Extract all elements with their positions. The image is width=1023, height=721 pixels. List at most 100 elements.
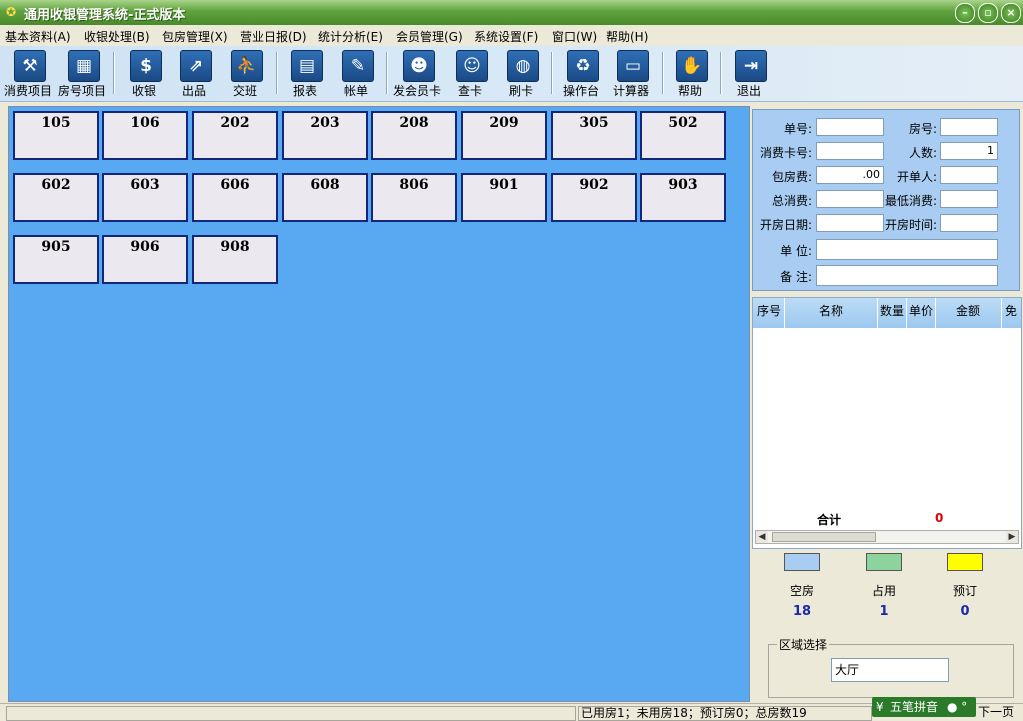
scroll-right-icon[interactable]: ▶ [1006, 531, 1018, 543]
open-time-field[interactable] [940, 214, 998, 232]
col-amount[interactable]: 金额 [936, 302, 1000, 319]
members-icon: ☻ [403, 50, 435, 82]
detail-panel: 单号: 房号: 消费卡号: 人数: 1 包房费: .00 开单人: 总消费: 最… [752, 106, 1022, 700]
room-tile[interactable]: 202 [192, 111, 278, 160]
room-tile[interactable]: 305 [551, 111, 637, 160]
scroll-left-icon[interactable]: ◀ [756, 531, 768, 543]
card-no-field[interactable] [816, 142, 884, 160]
menu-cashier[interactable]: 收银处理(B) [84, 28, 150, 45]
operation-console-button[interactable]: ♻ 操作台 [556, 48, 606, 98]
consumption-items-button[interactable]: ⚒ 消费项目 [3, 48, 53, 98]
room-tile[interactable]: 606 [192, 173, 278, 222]
room-tile[interactable]: 905 [13, 235, 99, 284]
horizontal-scrollbar[interactable]: ◀ ▶ [755, 530, 1019, 544]
menu-help[interactable]: 帮助(H) [606, 28, 648, 45]
col-price[interactable]: 单价 [907, 302, 935, 319]
window-title: 通用收银管理系统-正式版本 [24, 8, 186, 23]
room-tile[interactable]: 208 [371, 111, 457, 160]
status-panel-left [6, 706, 576, 721]
exit-button[interactable]: ⇥ 退出 [724, 48, 774, 98]
occupied-label: 占用 [866, 582, 902, 599]
order-no-label: 单号: [783, 122, 812, 136]
exit-icon: ⇥ [735, 50, 767, 82]
table-header: 序号 名称 数量 单价 金额 免 [753, 298, 1021, 328]
user-card-icon: ☺ [456, 50, 488, 82]
close-button[interactable]: × [1001, 3, 1021, 23]
ime-indicator[interactable]: ¥ 五笔拼音 ● ° [872, 697, 976, 717]
opener-label: 开单人: [896, 170, 937, 184]
reserved-swatch [947, 553, 983, 571]
checkout-button[interactable]: $ 收银 [119, 48, 169, 98]
room-tile[interactable]: 502 [640, 111, 726, 160]
col-seq[interactable]: 序号 [755, 302, 783, 319]
next-page-button[interactable]: 下一页 [976, 706, 1021, 721]
minimize-button[interactable]: – [955, 3, 975, 23]
col-qty[interactable]: 数量 [878, 302, 906, 319]
unit-label: 单 位: [780, 244, 812, 258]
total-label: 合计 [817, 513, 842, 527]
room-tile[interactable]: 105 [13, 111, 99, 160]
remark-field[interactable] [816, 265, 998, 286]
report-icon: ▤ [291, 50, 323, 82]
help-button[interactable]: ✋ 帮助 [665, 48, 715, 98]
room-tile[interactable]: 603 [102, 173, 188, 222]
order-no-field[interactable] [816, 118, 884, 136]
reserved-label: 预订 [947, 582, 983, 599]
open-date-label: 开房日期: [759, 218, 812, 232]
room-tile[interactable]: 902 [551, 173, 637, 222]
zone-select[interactable]: 大厅 [831, 658, 949, 682]
issue-member-card-button[interactable]: ☻ 发会员卡 [392, 48, 442, 98]
col-free[interactable]: 免 [1003, 302, 1019, 319]
menu-settings[interactable]: 系统设置(F) [474, 28, 538, 45]
menu-room-management[interactable]: 包房管理(X) [162, 28, 228, 45]
remark-label: 备 注: [780, 270, 812, 284]
total-spend-field[interactable] [816, 190, 884, 208]
room-tile[interactable]: 203 [282, 111, 368, 160]
menu-statistics[interactable]: 统计分析(E) [318, 28, 383, 45]
open-date-field[interactable] [816, 214, 884, 232]
room-tile[interactable]: 901 [461, 173, 547, 222]
col-name[interactable]: 名称 [785, 302, 877, 319]
room-tile[interactable]: 903 [640, 173, 726, 222]
dispatch-button[interactable]: ⇗ 出品 [169, 48, 219, 98]
room-tile[interactable]: 106 [102, 111, 188, 160]
room-tile[interactable]: 906 [102, 235, 188, 284]
calculator-button[interactable]: ▭ 计算器 [606, 48, 656, 98]
shift-handover-button[interactable]: ⛹ 交班 [220, 48, 270, 98]
bills-button[interactable]: ✎ 帐单 [331, 48, 381, 98]
room-items-button[interactable]: ▦ 房号项目 [57, 48, 107, 98]
check-card-button[interactable]: ☺ 查卡 [445, 48, 495, 98]
unit-field[interactable] [816, 239, 998, 260]
room-tile[interactable]: 908 [192, 235, 278, 284]
room-tile[interactable]: 602 [13, 173, 99, 222]
menu-bar: 基本资料(A) 收银处理(B) 包房管理(X) 营业日报(D) 统计分析(E) … [0, 25, 1023, 45]
scroll-thumb[interactable] [772, 532, 876, 542]
room-fee-label: 包房费: [771, 170, 812, 184]
room-tile[interactable]: 209 [461, 111, 547, 160]
room-no-field[interactable] [940, 118, 998, 136]
vacant-label: 空房 [784, 582, 820, 599]
menu-daily-report[interactable]: 营业日报(D) [240, 28, 307, 45]
guests-label: 人数: [908, 146, 937, 160]
status-summary: 已用房1；未用房18；预订房0；总房数19 [578, 706, 872, 721]
total-value: 0 [935, 511, 944, 525]
occupied-swatch [866, 553, 902, 571]
room-detail-form: 单号: 房号: 消费卡号: 人数: 1 包房费: .00 开单人: 总消费: 最… [752, 109, 1020, 291]
restore-button[interactable]: ▫ [978, 3, 998, 23]
reserved-count: 0 [960, 604, 970, 619]
vacant-count: 18 [792, 604, 812, 619]
room-fee-field[interactable]: .00 [816, 166, 884, 184]
grid-icon: ▦ [68, 50, 100, 82]
swipe-card-button[interactable]: ◍ 刷卡 [496, 48, 546, 98]
menu-window[interactable]: 窗口(W) [552, 28, 597, 45]
globe-icon: ◍ [507, 50, 539, 82]
recycle-icon: ♻ [567, 50, 599, 82]
min-spend-field[interactable] [940, 190, 998, 208]
room-tile[interactable]: 806 [371, 173, 457, 222]
menu-basic-data[interactable]: 基本资料(A) [5, 28, 71, 45]
guests-field[interactable]: 1 [940, 142, 998, 160]
menu-members[interactable]: 会员管理(G) [396, 28, 463, 45]
opener-field[interactable] [940, 166, 998, 184]
reports-button[interactable]: ▤ 报表 [280, 48, 330, 98]
room-tile[interactable]: 608 [282, 173, 368, 222]
